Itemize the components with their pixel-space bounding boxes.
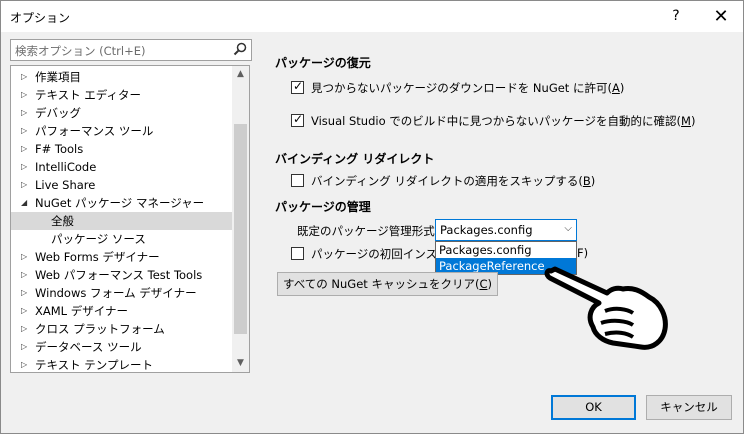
collapsed-arrow-icon[interactable]: ▷: [21, 266, 31, 284]
tree-item[interactable]: ▷ デバッグ: [11, 104, 233, 122]
options-tree: ▷ 作業項目 ▷ テキスト エディター ▷ デバッグ ▷ パフォーマンス ツール ▷ F# Too…: [10, 65, 250, 373]
collapsed-arrow-icon[interactable]: ▷: [21, 122, 31, 140]
checkbox-box[interactable]: [291, 247, 304, 260]
options-dialog: オプション ? ✕ 検索オプション (Ctrl+E) ▷ 作業項目 ▷ テキスト エデ…: [0, 0, 744, 434]
tree-item[interactable]: ▷ Web パフォーマンス Test Tools: [11, 266, 233, 284]
format-select-value: Packages.config: [440, 223, 533, 237]
tree-item-label: データベース ツール: [35, 340, 142, 354]
tree-item[interactable]: ▷ Windows フォーム デザイナー: [11, 284, 233, 302]
clear-cache-button[interactable]: すべての NuGet キャッシュをクリア(C): [277, 272, 498, 296]
collapsed-arrow-icon[interactable]: ▷: [21, 176, 31, 194]
tree-item[interactable]: ▷ テキスト テンプレート: [11, 356, 233, 372]
tree-item[interactable]: ▷ F# Tools: [11, 140, 233, 158]
help-button[interactable]: ?: [656, 1, 696, 32]
close-button[interactable]: ✕: [701, 1, 741, 32]
collapsed-arrow-icon[interactable]: ▷: [21, 104, 31, 122]
pointing-hand-icon: [544, 266, 668, 350]
tree-item-label: F# Tools: [35, 142, 84, 156]
tree-item-label: IntelliCode: [35, 160, 97, 174]
tree-item-label: テキスト テンプレート: [35, 358, 153, 372]
collapsed-arrow-icon[interactable]: ▷: [21, 158, 31, 176]
window-title: オプション: [10, 11, 71, 25]
tree-item[interactable]: ◢ NuGet パッケージ マネージャー: [11, 194, 233, 212]
tree-item[interactable]: ▷ パフォーマンス ツール: [11, 122, 233, 140]
tree-item-label: クロス プラットフォーム: [35, 322, 165, 336]
scroll-up-icon[interactable]: ▲: [232, 66, 249, 83]
tree-item[interactable]: ▷ Live Share: [11, 176, 233, 194]
format-select[interactable]: Packages.config ⌵: [435, 219, 577, 241]
binding-heading: バインディング リダイレクト: [275, 152, 435, 166]
tree-item[interactable]: ▷ テキスト エディター: [11, 86, 233, 104]
scroll-thumb[interactable]: [234, 124, 247, 334]
tree-item[interactable]: ▷ 作業項目: [11, 68, 233, 86]
tree-item[interactable]: ▷ XAML デザイナー: [11, 302, 233, 320]
tree-item-label: Live Share: [35, 178, 96, 192]
restore-heading: パッケージの復元: [275, 56, 371, 70]
checkbox-box[interactable]: [291, 79, 304, 94]
tree-item-label: テキスト エディター: [35, 88, 142, 102]
tree-item[interactable]: ▷ IntelliCode: [11, 158, 233, 176]
ok-button[interactable]: OK: [551, 395, 636, 420]
search-input[interactable]: 検索オプション (Ctrl+E): [10, 39, 252, 61]
tree-item-label: Windows フォーム デザイナー: [35, 286, 197, 300]
tree-item-label: NuGet パッケージ マネージャー: [35, 196, 205, 210]
tree-item-label: 全般: [51, 214, 74, 228]
tree-item[interactable]: パッケージ ソース: [11, 230, 233, 248]
search-icon: [233, 42, 247, 56]
cancel-button[interactable]: キャンセル: [646, 395, 732, 420]
collapsed-arrow-icon[interactable]: ▷: [21, 140, 31, 158]
format-label: 既定のパッケージ管理形式:: [297, 224, 439, 238]
chevron-down-icon[interactable]: ⌵: [564, 223, 572, 234]
first-install-label-tail: F): [577, 246, 589, 260]
tree-item[interactable]: 全般: [11, 212, 233, 230]
collapsed-arrow-icon[interactable]: ▷: [21, 338, 31, 356]
expanded-arrow-icon[interactable]: ◢: [21, 194, 31, 212]
tree-item-label: デバッグ: [35, 106, 81, 120]
checkbox-box[interactable]: [291, 112, 304, 127]
tree-item-label: Web パフォーマンス Test Tools: [35, 268, 203, 282]
tree-item[interactable]: ▷ クロス プラットフォーム: [11, 320, 233, 338]
collapsed-arrow-icon[interactable]: ▷: [21, 68, 31, 86]
tree-item-label: パッケージ ソース: [51, 232, 146, 246]
tree-item-label: パフォーマンス ツール: [35, 124, 154, 138]
tree-item-label: 作業項目: [35, 70, 81, 84]
tree-item-label: Web Forms デザイナー: [35, 250, 160, 264]
collapsed-arrow-icon[interactable]: ▷: [21, 284, 31, 302]
tree-item-label: XAML デザイナー: [35, 304, 128, 318]
collapsed-arrow-icon[interactable]: ▷: [21, 248, 31, 266]
collapsed-arrow-icon[interactable]: ▷: [21, 302, 31, 320]
tree-item[interactable]: ▷ Web Forms デザイナー: [11, 248, 233, 266]
management-heading: パッケージの管理: [275, 200, 371, 214]
collapsed-arrow-icon[interactable]: ▷: [21, 86, 31, 104]
collapsed-arrow-icon[interactable]: ▷: [21, 320, 31, 338]
tree-item[interactable]: ▷ データベース ツール: [11, 338, 233, 356]
title-bar: オプション ? ✕: [1, 1, 743, 32]
search-placeholder: 検索オプション (Ctrl+E): [15, 44, 146, 58]
scroll-down-icon[interactable]: ▼: [232, 355, 249, 372]
checkbox-box[interactable]: [291, 174, 304, 187]
option-packages-config[interactable]: Packages.config: [436, 242, 576, 258]
collapsed-arrow-icon[interactable]: ▷: [21, 356, 31, 372]
tree-scrollbar[interactable]: ▲ ▼: [232, 66, 249, 372]
